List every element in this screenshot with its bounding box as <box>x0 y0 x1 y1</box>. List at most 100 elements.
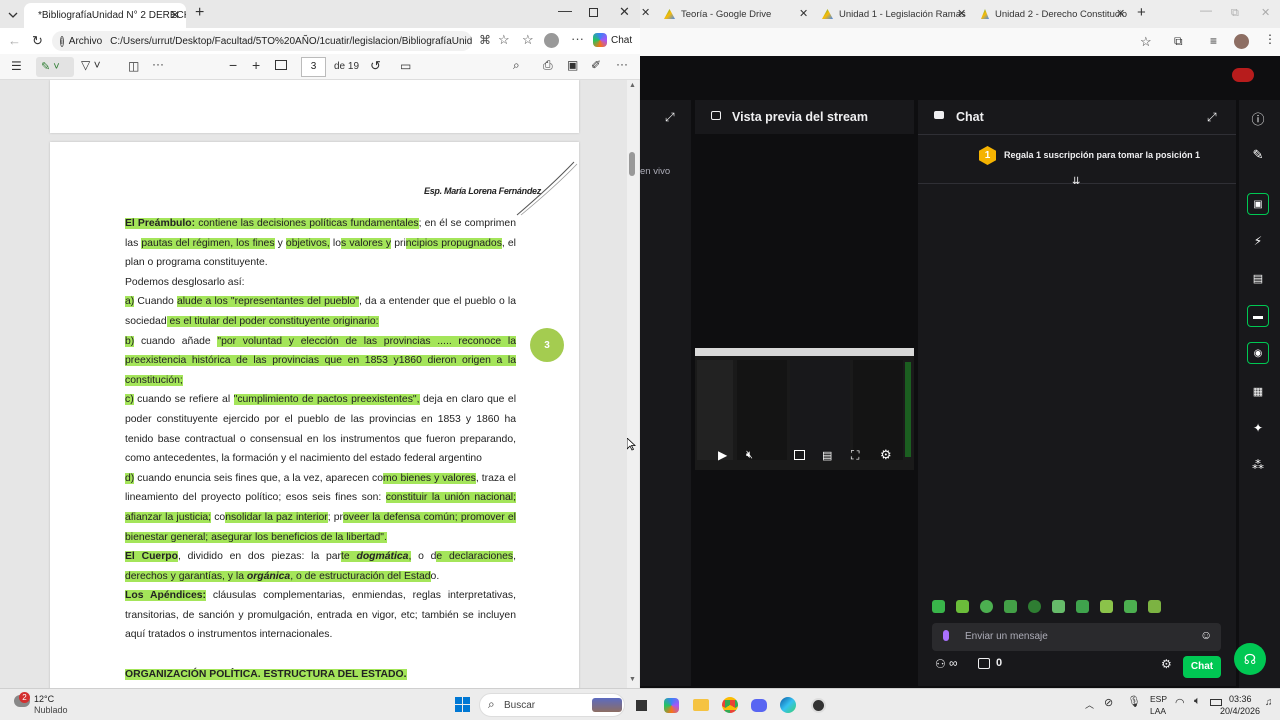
read-aloud-icon[interactable]: ⌘ <box>479 33 491 47</box>
help-chat-icon[interactable]: ☊ <box>1234 643 1266 675</box>
wrench-icon[interactable]: ✦ <box>1247 417 1269 439</box>
taskbar-search[interactable]: ⌕ Buscar <box>479 693 625 717</box>
copilot-taskbar-icon[interactable] <box>660 694 682 716</box>
emote[interactable] <box>1004 600 1017 613</box>
contents-icon[interactable]: ☰ <box>11 59 22 73</box>
emote-picker-icon[interactable]: ☺ <box>1200 628 1212 642</box>
tab-unidad2[interactable]: Unidad 2 - Derecho Constitucio <box>981 0 1127 28</box>
popout-icon[interactable]: ⤢ <box>1207 110 1217 125</box>
tab-drive-close-icon[interactable]: ✕ <box>799 7 808 20</box>
tab-close-left-icon[interactable]: ✕ <box>641 6 650 19</box>
page-number-input[interactable]: 3 <box>301 57 326 77</box>
collections-icon[interactable]: ☆ <box>522 32 534 48</box>
maximize-icon[interactable] <box>589 8 598 17</box>
emote[interactable] <box>1076 600 1089 613</box>
layout-icon[interactable]: ▦ <box>1247 380 1269 402</box>
emote[interactable] <box>1124 600 1137 613</box>
profile-avatar[interactable] <box>1234 34 1249 49</box>
chat-settings-icon[interactable]: ⚙ <box>1161 657 1172 671</box>
highlight-tool-button[interactable]: ✎ ˅ <box>36 57 74 77</box>
pdf-tab[interactable]: *BibliografíaUnidad N° 2 DERECHO ✕ <box>24 3 186 28</box>
save-icon[interactable]: ▣ <box>567 58 578 72</box>
reload-icon[interactable]: ↻ <box>32 33 43 49</box>
tab-unidad1-close-icon[interactable]: ✕ <box>957 7 966 20</box>
notification-bell-icon[interactable]: ♫ <box>1265 697 1273 708</box>
scroll-down-icon[interactable]: ▼ <box>629 676 636 683</box>
lang-primary[interactable]: ESP <box>1150 694 1167 704</box>
more-tools-icon[interactable]: ··· <box>152 57 164 71</box>
emote[interactable] <box>956 600 969 613</box>
view-icon[interactable]: ◫ <box>128 59 139 73</box>
emote[interactable] <box>1148 600 1161 613</box>
media-icon[interactable]: ≡ <box>1210 34 1217 48</box>
back-icon[interactable]: ← <box>8 33 21 48</box>
favorite-star-icon[interactable]: ☆ <box>498 32 510 48</box>
new-tab-icon[interactable]: + <box>1137 4 1146 21</box>
close-window-icon[interactable]: ✕ <box>619 4 630 20</box>
fullscreen-icon[interactable]: ⛶ <box>851 448 859 463</box>
info-icon[interactable]: ⓘ <box>1247 107 1269 129</box>
copilot-chat-button[interactable]: Chat <box>593 33 632 47</box>
tab-unidad1[interactable]: Unidad 1 - Legislación Ramas <box>822 0 972 28</box>
expand-leaderboard-icon[interactable]: ⇊ <box>1072 176 1080 187</box>
message-input[interactable]: Enviar un mensaje ☺ <box>932 623 1221 651</box>
zoom-in-icon[interactable]: + <box>252 57 260 73</box>
scroll-up-icon[interactable]: ▲ <box>629 82 636 89</box>
tab-unidad2-close-icon[interactable]: ✕ <box>1116 7 1125 20</box>
tab-list-icon[interactable] <box>6 8 20 22</box>
minimize-icon[interactable]: — <box>558 2 572 18</box>
obs-icon[interactable] <box>807 694 829 716</box>
fit-page-icon[interactable] <box>275 60 287 70</box>
search-icon[interactable]: ⌕ <box>513 58 520 73</box>
notes-icon[interactable]: ▤ <box>1247 267 1269 289</box>
print-icon[interactable]: ⎙ <box>543 58 553 73</box>
tray-chevron-icon[interactable]: ︿ <box>1085 698 1094 711</box>
emote[interactable] <box>1028 600 1041 613</box>
rotate-icon[interactable]: ↺ <box>370 58 381 74</box>
popout-icon[interactable]: ⤢ <box>665 110 675 125</box>
zoom-out-icon[interactable]: − <box>229 57 237 73</box>
mute-icon[interactable]: 🔇︎ <box>746 449 753 462</box>
start-windows-icon[interactable] <box>455 697 470 712</box>
clip-icon[interactable]: ▤ <box>822 449 832 462</box>
task-view-icon[interactable] <box>630 694 652 716</box>
tray-wifi-icon[interactable]: ◠ <box>1175 696 1185 709</box>
tab-drive[interactable]: Teoría - Google Drive <box>664 0 814 28</box>
restore-icon[interactable]: ⧉ <box>1231 7 1239 20</box>
pencil-icon[interactable]: ✎ <box>1247 144 1269 166</box>
edge-icon[interactable] <box>777 694 799 716</box>
channel-avatar[interactable] <box>1232 68 1254 82</box>
scroll-thumb[interactable] <box>629 152 635 176</box>
tray-battery-icon[interactable] <box>1210 699 1222 706</box>
file-explorer-icon[interactable] <box>690 694 712 716</box>
points-icon[interactable] <box>978 658 990 669</box>
minimize-icon[interactable]: — <box>1200 3 1212 17</box>
emote[interactable] <box>980 600 993 613</box>
settings-gear-icon[interactable]: ⚙ <box>880 447 892 463</box>
close-window-icon[interactable]: ✕ <box>1261 6 1270 19</box>
extensions-icon[interactable]: ⧉ <box>1174 34 1183 49</box>
emote[interactable] <box>1052 600 1065 613</box>
tab-close-icon[interactable]: ✕ <box>170 8 180 22</box>
emote[interactable] <box>1100 600 1113 613</box>
more-menu-icon[interactable]: ··· <box>571 31 584 46</box>
clock-date[interactable]: 20/4/2026 <box>1220 706 1260 716</box>
clock-time[interactable]: 03:36 <box>1229 694 1252 704</box>
theatre-icon[interactable] <box>794 450 805 460</box>
chrome-icon[interactable] <box>719 694 741 716</box>
raid-icon[interactable]: ⁂ <box>1247 454 1269 476</box>
new-tab-icon[interactable]: + <box>195 4 204 22</box>
mic-icon[interactable] <box>943 630 949 641</box>
tray-network-off-icon[interactable]: ⊘ <box>1104 696 1113 709</box>
stream-video-player[interactable]: ▶ 🔇︎ ▤ ⛶ ⚙ <box>695 348 914 470</box>
viewer-infinity-icon[interactable]: ⚇ <box>935 657 946 671</box>
play-icon[interactable]: ▶ <box>718 448 727 462</box>
lang-secondary[interactable]: LAA <box>1150 706 1166 716</box>
chat-action-icon[interactable]: ▬ <box>1247 305 1269 327</box>
pdf-scrollbar[interactable]: ▲ ▼ <box>627 80 639 688</box>
clip-action-icon[interactable]: ▣ <box>1247 193 1269 215</box>
emote[interactable] <box>932 600 945 613</box>
favorite-star-icon[interactable]: ☆ <box>1140 34 1152 50</box>
discord-icon[interactable] <box>748 694 770 716</box>
chat-send-button[interactable]: Chat <box>1183 656 1221 678</box>
